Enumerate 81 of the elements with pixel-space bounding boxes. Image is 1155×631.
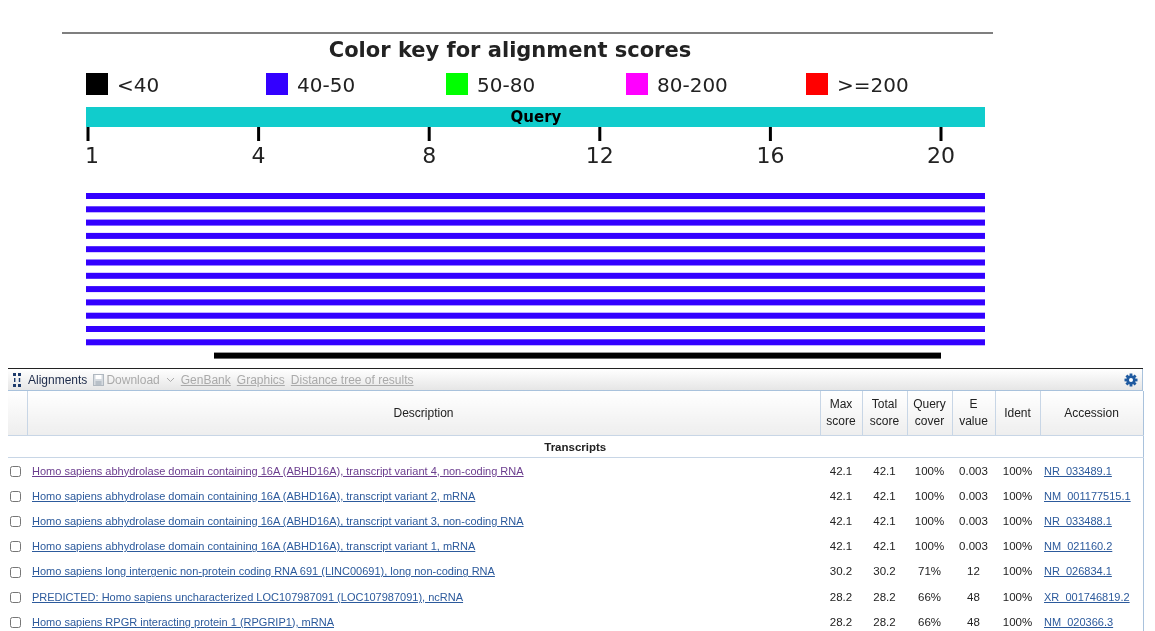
- description-link[interactable]: Homo sapiens RPGR interacting protein 1 (RPGRIP1), mRNA: [32, 615, 334, 628]
- table-cell: 28.2: [873, 615, 896, 628]
- chart-title: Color key for alignment scores: [328, 38, 692, 62]
- row-checkbox[interactable]: [10, 591, 21, 603]
- tick-label: 8: [422, 143, 437, 168]
- table-cell: 71%: [918, 565, 941, 578]
- column-header[interactable]: Total score: [862, 391, 907, 436]
- row-checkbox[interactable]: [10, 541, 21, 553]
- column-header[interactable]: Description: [27, 391, 820, 436]
- table-cell: 0.003: [959, 540, 988, 553]
- table-cell: 28.2: [873, 590, 896, 603]
- row-checkbox[interactable]: [10, 516, 21, 528]
- accession-link[interactable]: NR_033488.1: [1044, 514, 1112, 527]
- caret-icon: [165, 376, 175, 383]
- tick-label: 12: [585, 143, 614, 168]
- description-link[interactable]: Homo sapiens abhydrolase domain containing 16A (ABHD16A), transcript variant 1, mRNA: [32, 540, 476, 553]
- table-cell: 42.1: [829, 540, 853, 553]
- accession-link[interactable]: NR_026834.1: [1044, 565, 1112, 578]
- legend-label: >=200: [837, 73, 909, 97]
- legend-label: 50-80: [477, 73, 536, 97]
- accession-link[interactable]: NM_020366.3: [1044, 615, 1114, 628]
- alignment-icon: [12, 371, 22, 388]
- accession-link[interactable]: NM_001177515.1: [1044, 489, 1131, 502]
- description-link[interactable]: PREDICTED: Homo sapiens uncharacterized LOC107987091 (LOC107987091), ncRNA: [32, 590, 464, 603]
- legend-label: <40: [117, 73, 160, 97]
- tick-label: 1: [85, 143, 99, 168]
- alignments-tab[interactable]: Alignments: [28, 372, 88, 387]
- row-checkbox[interactable]: [10, 566, 21, 578]
- description-link[interactable]: Homo sapiens long intergenic non-protein coding RNA 691 (LINC00691), long non-coding RNA: [32, 565, 495, 578]
- table-cell: 100%: [1002, 464, 1033, 477]
- description-link[interactable]: Homo sapiens abhydrolase domain containing 16A (ABHD16A), transcript variant 2, mRNA: [32, 489, 476, 502]
- table-cell: 42.1: [829, 489, 853, 502]
- legend-label: 80-200: [657, 73, 728, 97]
- table-cell: 100%: [1002, 540, 1033, 553]
- table-cell: 100%: [914, 514, 945, 527]
- group-heading: Transcripts: [544, 440, 607, 453]
- accession-link[interactable]: XR_001746819.2: [1044, 590, 1130, 603]
- query-label: Query: [510, 108, 562, 126]
- column-header[interactable]: Max score: [820, 391, 862, 436]
- table-cell: 42.1: [829, 514, 853, 527]
- table-cell: 100%: [914, 464, 945, 477]
- table-cell: 0.003: [959, 489, 988, 502]
- table-cell: 100%: [1002, 489, 1033, 502]
- table-cell: 42.1: [829, 464, 853, 477]
- table-cell: 42.1: [873, 464, 896, 477]
- accession-link[interactable]: NM_021160.2: [1044, 540, 1113, 553]
- table-cell: 48: [967, 590, 980, 603]
- description-link[interactable]: Homo sapiens abhydrolase domain containing 16A (ABHD16A), transcript variant 4, non-coding RNA: [32, 464, 524, 477]
- table-cell: 30.2: [829, 565, 853, 578]
- column-header[interactable]: E value: [952, 391, 995, 436]
- table-cell: 100%: [1002, 615, 1033, 628]
- legend-label: 40-50: [297, 73, 356, 97]
- table-cell: 42.1: [873, 514, 896, 527]
- settings-icon[interactable]: [1124, 372, 1138, 387]
- table-cell: 48: [967, 615, 980, 628]
- row-checkbox[interactable]: [10, 465, 21, 477]
- table-cell: 100%: [914, 489, 945, 502]
- tick-label: 4: [251, 143, 266, 168]
- table-cell: 28.2: [829, 590, 853, 603]
- tick-label: 20: [927, 143, 955, 168]
- table-cell: 66%: [918, 590, 941, 603]
- table-cell: 100%: [1002, 514, 1033, 527]
- accession-link[interactable]: NR_033489.1: [1044, 464, 1112, 477]
- description-link[interactable]: Homo sapiens abhydrolase domain containing 16A (ABHD16A), transcript variant 3, non-coding RNA: [32, 514, 524, 527]
- column-header[interactable]: Accession: [1040, 391, 1143, 436]
- table-cell: 28.2: [829, 615, 853, 628]
- table-cell: 100%: [1002, 590, 1033, 603]
- table-cell: 0.003: [959, 514, 988, 527]
- row-checkbox[interactable]: [10, 616, 21, 628]
- table-cell: 66%: [918, 615, 941, 628]
- row-checkbox[interactable]: [10, 491, 21, 502]
- column-header[interactable]: Ident: [995, 391, 1040, 436]
- table-cell: 12: [967, 565, 980, 578]
- tick-label: 16: [756, 143, 785, 168]
- table-cell: 100%: [914, 540, 945, 553]
- table-cell: 42.1: [873, 489, 896, 502]
- column-header[interactable]: Query cover: [907, 391, 952, 436]
- table-cell: 0.003: [959, 464, 988, 477]
- table-cell: 100%: [1002, 565, 1033, 578]
- table-cell: 42.1: [873, 540, 896, 553]
- table-cell: 30.2: [873, 565, 896, 578]
